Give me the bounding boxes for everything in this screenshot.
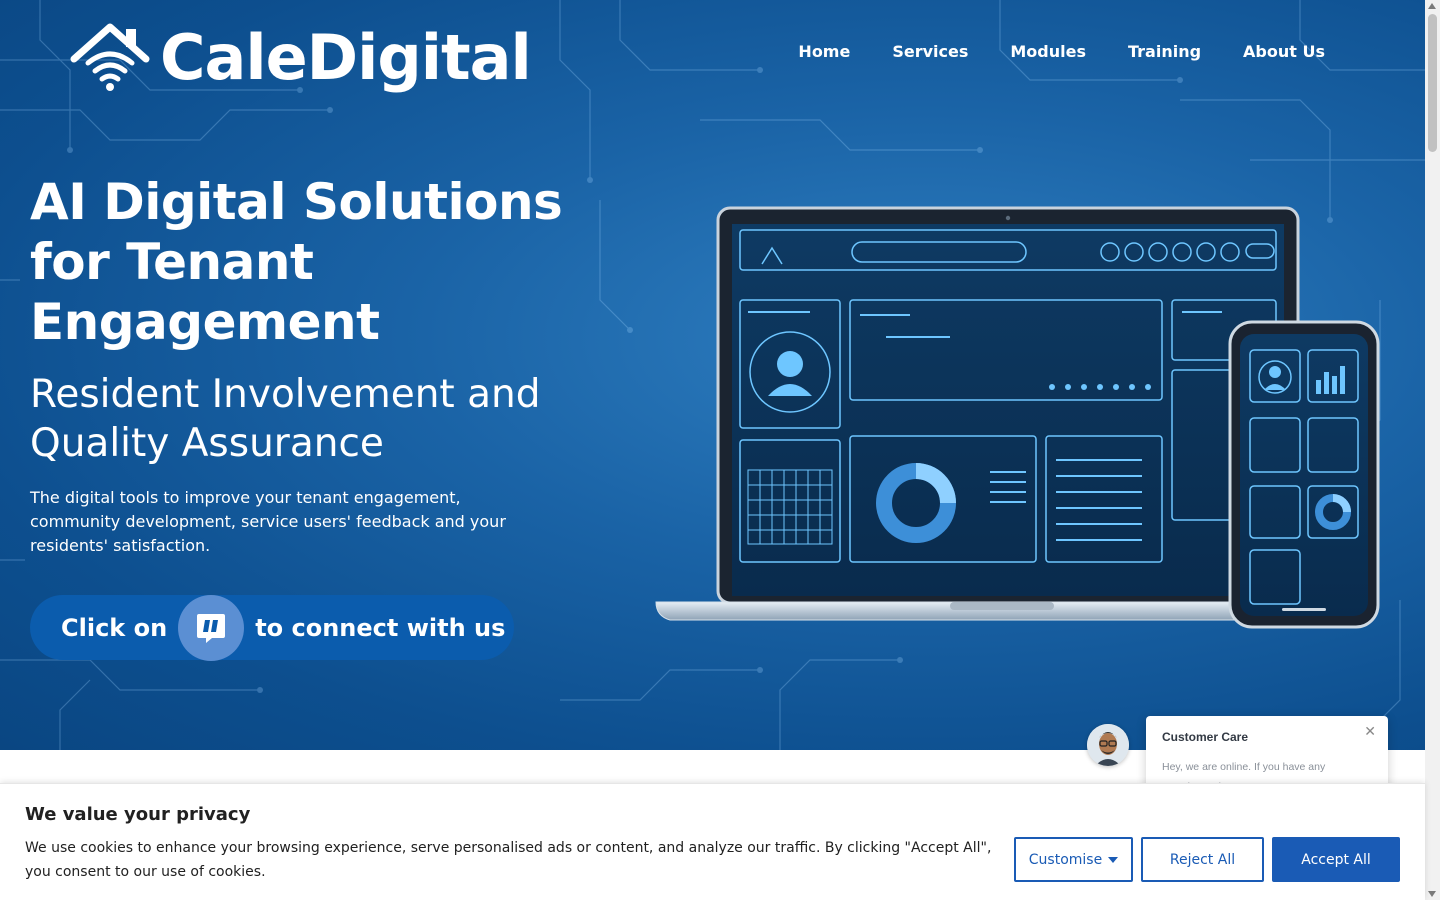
nav-home[interactable]: Home — [798, 42, 850, 61]
nav-training[interactable]: Training — [1128, 42, 1201, 61]
nav-about-us[interactable]: About Us — [1243, 42, 1325, 61]
customise-label: Customise — [1028, 851, 1103, 868]
page-scrollbar[interactable] — [1425, 0, 1440, 900]
home-wifi-logo-icon — [70, 23, 150, 91]
nav-modules[interactable]: Modules — [1010, 42, 1086, 61]
cookie-consent-banner: We value your privacy We use cookies to … — [0, 783, 1425, 900]
logo[interactable]: CaleDigital — [70, 18, 532, 98]
nav-services[interactable]: Services — [892, 42, 968, 61]
chat-title: Customer Care — [1162, 730, 1249, 744]
cookie-text: We use cookies to enhance your browsing … — [25, 840, 992, 880]
dashboard-devices-illustration — [655, 206, 1380, 629]
cta-prefix: Click on — [61, 613, 168, 642]
hero-description: The digital tools to improve your tenant… — [30, 488, 506, 555]
cookie-title: We value your privacy — [25, 804, 251, 825]
hero-subheadline: Resident Involvement and Quality Assuran… — [30, 372, 541, 466]
caret-down-icon — [1108, 856, 1119, 863]
reject-all-button[interactable]: Reject All — [1141, 837, 1264, 882]
connect-cta-button[interactable]: Click on to connect with us — [30, 594, 514, 661]
chat-agent-avatar[interactable] — [1087, 724, 1129, 766]
customise-button[interactable]: Customise — [1014, 837, 1133, 882]
scroll-up-icon[interactable] — [1428, 3, 1436, 9]
cta-suffix: to connect with us — [255, 613, 506, 642]
main-nav: Home Services Modules Training About Us — [798, 42, 1325, 61]
quote-chat-icon — [178, 594, 245, 661]
scroll-down-icon[interactable] — [1428, 891, 1436, 897]
brand-name: CaleDigital — [160, 21, 532, 94]
scroll-thumb[interactable] — [1428, 14, 1437, 152]
hero-section: CaleDigital Home Services Modules Traini… — [0, 0, 1425, 750]
hero-headline: AI Digital Solutions for Tenant Engageme… — [30, 173, 563, 351]
close-icon[interactable]: ✕ — [1364, 724, 1376, 740]
accept-all-button[interactable]: Accept All — [1272, 837, 1400, 882]
